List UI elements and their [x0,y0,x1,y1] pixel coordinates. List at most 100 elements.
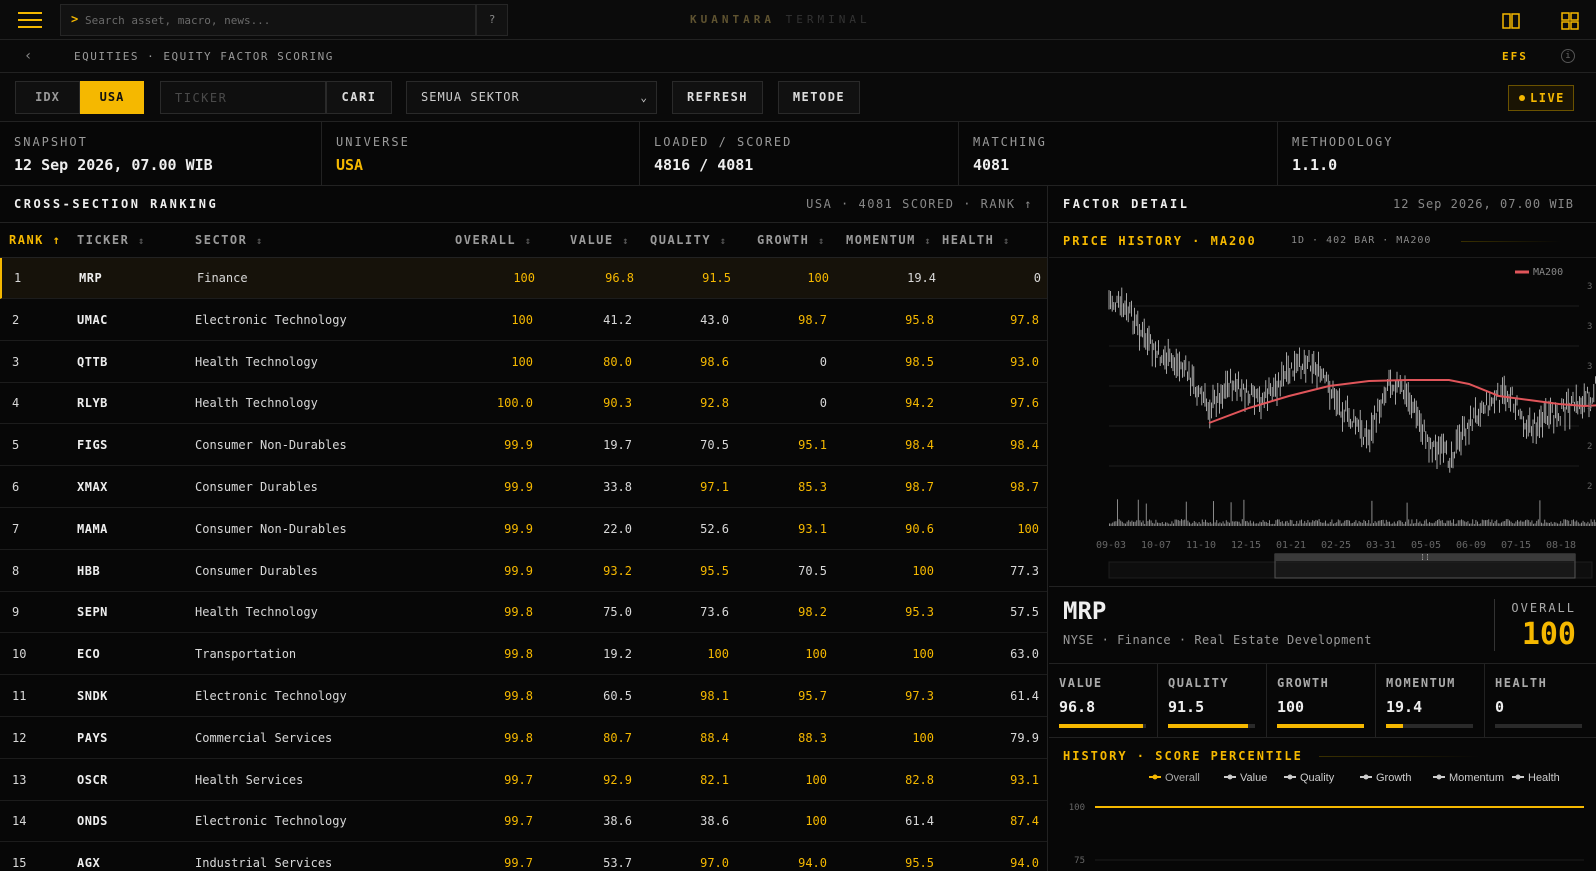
volume-bar [1448,520,1450,526]
col-sector[interactable]: SECTOR ↕ [195,233,264,247]
table-row[interactable]: 10 ECO Transportation 99.8 19.2 100 100 100 63.0 [0,634,1047,676]
table-row[interactable]: 8 HBB Consumer Durables 99.9 93.2 95.5 70.5 100… [0,551,1047,592]
col-quality[interactable]: QUALITY ↕ [650,233,727,247]
col-growth[interactable]: GROWTH ↕ [757,233,826,247]
table-row[interactable]: 6 XMAX Consumer Durables 99.9 33.8 97.1 85.3 98… [0,467,1047,508]
price-chart[interactable]: 09-03 10-07 11-10 12-15 01-21 02-25 03-31 05-05… [1049,258,1596,586]
table-row[interactable]: 5 FIGS Consumer Non-Durables 99.9 19.7 70.5 95… [0,425,1047,467]
volume-bar [1387,521,1389,526]
legend-item[interactable]: Overall [1165,772,1200,784]
cell-value: 22.0 [603,521,632,536]
table-row[interactable]: 9 SEPN Health Technology 99.8 75.0 73.6 98.2 95… [0,592,1047,634]
legend-item[interactable]: Growth [1376,772,1411,784]
volume-bar [1257,523,1259,526]
table-row[interactable]: 11 SNDK Electronic Technology 99.8 60.5 98.1 9… [0,676,1047,717]
cell-momentum: 98.4 [905,438,934,453]
market-tab-usa[interactable]: USA [80,81,144,114]
volume-bar [1283,523,1285,526]
ticker-input[interactable] [161,82,325,113]
help-button[interactable]: ? [476,4,508,36]
table-row[interactable]: 15 AGX Industrial Services 99.7 53.7 97.0 94.0… [0,843,1047,871]
volume-bar [1136,520,1138,526]
volume-bar [1515,521,1517,526]
ticker-field[interactable] [160,81,326,114]
volume-bar [1337,519,1339,526]
volume-bar [1190,523,1192,526]
volume-bar [1589,523,1590,526]
volume-bar [1165,522,1166,526]
search-input[interactable] [85,5,465,35]
sort-icon: ↕ [719,236,728,247]
back-icon[interactable]: ‹ [24,48,32,64]
ticker-symbol: MRP [1063,597,1107,625]
volume-bar [1315,519,1317,526]
cell-health: 93.1 [1010,772,1039,787]
cell-value: 33.8 [603,480,632,494]
drag-handle-icon[interactable]: ⁞⁞ [1420,553,1430,562]
info-icon[interactable]: i [1561,49,1575,63]
stat-value: 1.1.0 [1292,156,1338,174]
legend-item[interactable]: Quality [1300,772,1335,784]
volume-bar [1227,521,1229,526]
cell-quality: 100 [707,647,729,662]
cell-growth: 98.2 [798,605,827,620]
volume-bar [1267,522,1269,526]
cell-momentum: 95.5 [905,856,934,871]
volume-bar [1198,521,1200,526]
volume-bar [1424,520,1426,526]
factor-detail-header: FACTOR DETAIL 12 Sep 2026, 07.00 WIB [1049,186,1596,223]
volume-bar [1417,522,1419,526]
split-view-icon[interactable] [1502,12,1520,30]
grid-view-icon[interactable] [1561,12,1579,30]
cell-rank: 5 [12,438,20,453]
col-ticker[interactable]: TICKER ↕ [77,233,146,247]
sector-select[interactable]: SEMUA SEKTOR ⌄ [406,81,657,114]
table-row[interactable]: 14 ONDS Electronic Technology 99.7 38.6 38.6 1… [0,801,1047,843]
table-row[interactable]: 3 QTTB Health Technology 100 80.0 98.6 0 98.5 93… [0,342,1047,383]
factor-bar-fill [1386,724,1403,728]
cell-overall: 100 [511,312,533,327]
volume-bar [1216,520,1218,526]
volume-bar [1147,521,1149,526]
volume-bar [1569,523,1571,526]
volume-bar [1512,523,1514,526]
cell-momentum: 100 [912,563,934,578]
volume-bar [1205,519,1206,526]
live-badge[interactable]: LIVE [1508,85,1574,111]
table-row[interactable]: 4 RLYB Health Technology 100.0 90.3 92.8 0 94.2… [0,383,1047,425]
volume-bar [1328,523,1330,526]
cell-quality: 97.1 [700,480,729,494]
col-health[interactable]: HEALTH ↕ [942,233,1011,247]
global-search[interactable]: > [60,4,476,36]
legend-item[interactable]: Health [1528,772,1560,784]
volume-bar [1192,522,1194,526]
market-tab-idx[interactable]: IDX [15,81,80,114]
menu-icon[interactable] [18,12,42,28]
col-momentum[interactable]: MOMENTUM ↕ [846,233,932,247]
volume-bar [1117,499,1118,526]
table-row[interactable]: 12 PAYS Commercial Services 99.8 80.7 88.4 88.… [0,718,1047,759]
col-overall[interactable]: OVERALL ↕ [455,233,532,247]
table-row[interactable]: 13 OSCR Health Services 99.7 92.9 82.1 100 82.8… [0,760,1047,801]
volume-bar [1235,521,1237,526]
col-rank[interactable]: RANK ↑ [9,233,61,247]
volume-bar [1246,520,1248,526]
volume-bar [1566,519,1568,526]
col-label: TICKER [77,233,130,247]
volume-bar [1486,520,1488,526]
sector-select-value: SEMUA SEKTOR [421,90,520,104]
col-value[interactable]: VALUE ↕ [570,233,630,247]
method-button[interactable]: METODE [778,81,860,114]
volume-bar [1203,522,1205,526]
volume-bar [1421,523,1422,526]
legend-item[interactable]: Value [1240,772,1267,784]
search-button[interactable]: CARI [326,81,392,114]
volume-bar [1248,522,1250,526]
table-row[interactable]: 1 MRP Finance 100 96.8 91.5 100 19.4 0 [0,258,1047,299]
volume-bar [1273,523,1275,526]
refresh-button[interactable]: REFRESH [672,81,763,114]
history-chart[interactable]: Overall Value Quality Growth Momentum Health … [1049,772,1596,871]
table-row[interactable]: 7 MAMA Consumer Non-Durables 99.9 22.0 52.6 93… [0,509,1047,550]
legend-item[interactable]: Momentum [1449,772,1504,784]
table-row[interactable]: 2 UMAC Electronic Technology 100 41.2 43.0 98.… [0,300,1047,341]
